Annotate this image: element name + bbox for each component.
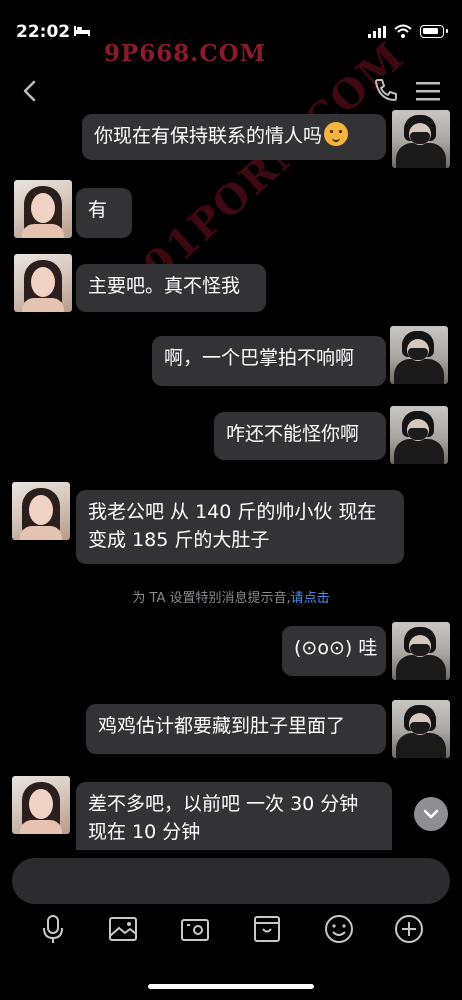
microphone-icon[interactable]	[36, 912, 70, 946]
message-bubble[interactable]: (⊙o⊙) 哇	[282, 626, 386, 676]
message-text: 有	[88, 199, 108, 221]
input-toolbar	[0, 912, 462, 952]
message-text-line: 我老公吧 从 140 斤的帅小伙 现在	[88, 501, 377, 523]
message-input[interactable]	[12, 858, 450, 904]
avatar-user[interactable]	[12, 482, 70, 540]
plus-icon[interactable]	[392, 912, 426, 946]
avatar-contact[interactable]	[392, 622, 450, 680]
watermark-top: 9P668.COM	[104, 40, 267, 67]
message-text: (⊙o⊙) 哇	[294, 637, 378, 659]
scroll-to-bottom-button[interactable]	[414, 797, 448, 831]
avatar-contact[interactable]	[390, 326, 448, 384]
message-text: 咋还不能怪你啊	[226, 423, 360, 445]
message-text: 主要吧。真不怪我	[88, 275, 241, 297]
avatar-user[interactable]	[14, 180, 72, 238]
message-bubble[interactable]: 差不多吧，以前吧 一次 30 分钟 现在 10 分钟	[76, 782, 392, 850]
message-text-line: 差不多吧，以前吧 一次 30 分钟	[88, 793, 359, 815]
avatar-contact[interactable]	[392, 700, 450, 758]
notice-link[interactable]: 请点击	[291, 591, 330, 606]
camera-icon[interactable]	[178, 912, 212, 946]
message-text-line: 现在 10 分钟	[88, 821, 201, 843]
avatar-contact[interactable]	[390, 406, 448, 464]
sticker-icon[interactable]	[250, 912, 284, 946]
message-text-line: 变成 185 斤的大肚子	[88, 529, 270, 551]
message-bubble[interactable]: 鸡鸡估计都要藏到肚子里面了	[86, 704, 386, 754]
emoji-icon[interactable]	[322, 912, 356, 946]
message-bubble[interactable]: 你现在有保持联系的情人吗	[82, 114, 386, 160]
cat-emoji-icon	[324, 122, 349, 146]
message-bubble[interactable]: 主要吧。真不怪我	[76, 264, 266, 312]
chevron-down-icon	[423, 809, 439, 819]
battery-icon	[420, 25, 448, 38]
sound-setting-notice: 为 TA 设置特别消息提示音,请点击	[0, 587, 462, 606]
home-indicator	[148, 984, 314, 989]
image-icon[interactable]	[106, 912, 140, 946]
bed-icon	[74, 26, 90, 36]
notice-text: 为 TA 设置特别消息提示音,	[132, 591, 291, 606]
message-bubble[interactable]: 有	[76, 188, 132, 238]
avatar-user[interactable]	[12, 776, 70, 834]
message-text: 你现在有保持联系的情人吗	[94, 125, 323, 147]
status-time: 22:02	[16, 22, 71, 42]
message-bubble[interactable]: 咋还不能怪你啊	[214, 412, 386, 460]
wifi-icon	[394, 24, 412, 38]
avatar-contact[interactable]	[392, 110, 450, 168]
message-bubble[interactable]: 啊，一个巴掌拍不响啊	[152, 336, 386, 386]
message-text: 啊，一个巴掌拍不响啊	[164, 347, 355, 369]
message-text: 鸡鸡估计都要藏到肚子里面了	[98, 715, 346, 737]
avatar-user[interactable]	[14, 254, 72, 312]
chat-area[interactable]: 你现在有保持联系的情人吗 有 主要吧。真不怪我 啊，一个巴掌拍不响啊 咋还不能怪…	[0, 100, 462, 850]
message-bubble[interactable]: 我老公吧 从 140 斤的帅小伙 现在 变成 185 斤的大肚子	[76, 490, 404, 564]
